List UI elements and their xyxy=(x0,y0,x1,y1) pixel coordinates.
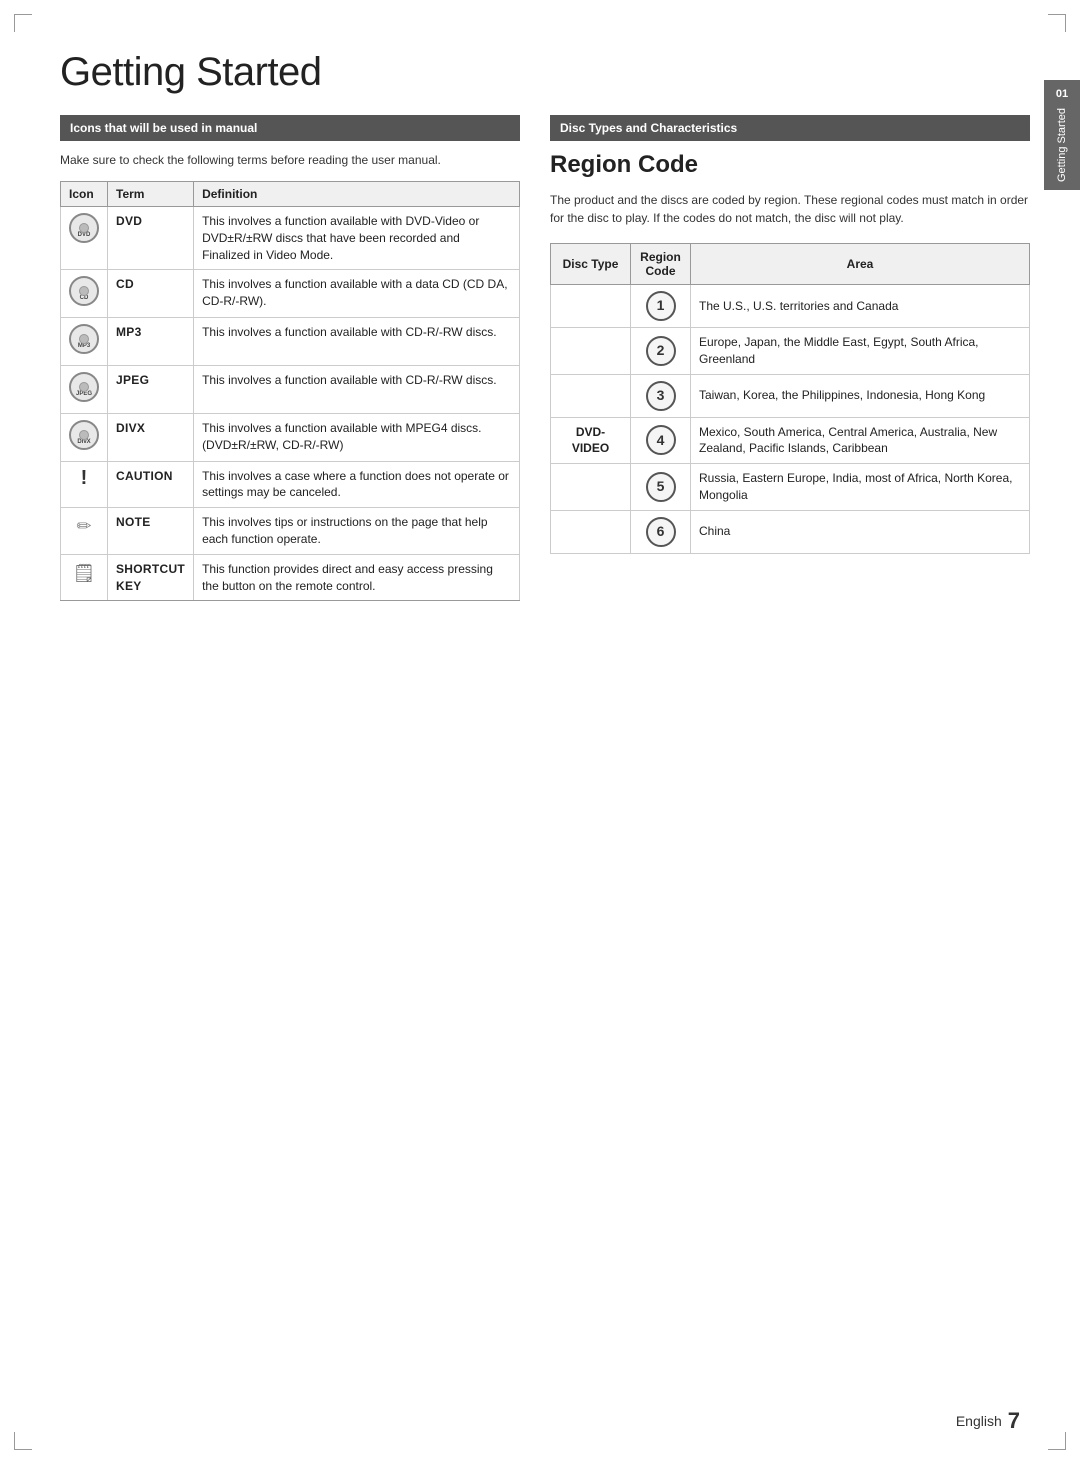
disc-type-cell-1 xyxy=(551,328,631,375)
note-icon: ✏ xyxy=(76,514,91,539)
disc-icon-jpeg: JPEG xyxy=(69,372,99,402)
area-cell-5: China xyxy=(691,510,1030,553)
area-cell-0: The U.S., U.S. territories and Canada xyxy=(691,285,1030,328)
region-table-row: DVD-VIDEO 4 Mexico, South America, Central… xyxy=(551,417,1030,464)
corner-mark-tr xyxy=(1048,14,1066,32)
term-cell-7: Shortcut Key xyxy=(108,554,194,601)
region-table-row: 2 Europe, Japan, the Middle East, Egypt, … xyxy=(551,328,1030,375)
disc-type-cell-4 xyxy=(551,464,631,511)
region-table-row: 1 The U.S., U.S. territories and Canada xyxy=(551,285,1030,328)
region-code-title: Region Code xyxy=(550,151,1030,179)
icons-table-row: JPEG JPEGThis involves a function availa… xyxy=(61,365,520,413)
definition-cell-2: This involves a function available with … xyxy=(194,318,520,366)
region-number-4: 4 xyxy=(646,425,676,455)
icon-cell-0: DVD xyxy=(61,207,108,270)
disc-section-header: Disc Types and Characteristics xyxy=(550,115,1030,141)
region-number-3: 3 xyxy=(646,381,676,411)
definition-cell-4: This involves a function available with … xyxy=(194,413,520,461)
term-cell-3: JPEG xyxy=(108,365,194,413)
side-tab-number: 01 xyxy=(1056,88,1068,100)
icons-table: Icon Term Definition DVD DVDThis involve… xyxy=(60,181,520,601)
icons-table-row: ! CAUTIONThis involves a case where a fun… xyxy=(61,461,520,508)
definition-cell-1: This involves a function available with … xyxy=(194,270,520,318)
region-table-row: 6 China xyxy=(551,510,1030,553)
region-table: Disc Type Region Code Area 1 The U.S., U.… xyxy=(550,243,1030,554)
region-number-2: 2 xyxy=(646,336,676,366)
definition-cell-0: This involves a function available with … xyxy=(194,207,520,270)
icons-table-row: 🗒 Shortcut KeyThis function provides dire… xyxy=(61,554,520,601)
area-cell-2: Taiwan, Korea, the Philippines, Indonesi… xyxy=(691,374,1030,417)
region-number-5: 5 xyxy=(646,472,676,502)
footer-language: English xyxy=(956,1413,1002,1429)
region-table-row: 3 Taiwan, Korea, the Philippines, Indones… xyxy=(551,374,1030,417)
term-cell-0: DVD xyxy=(108,207,194,270)
corner-mark-bl xyxy=(14,1432,32,1450)
icon-cell-1: CD xyxy=(61,270,108,318)
right-column: Disc Types and Characteristics Region Co… xyxy=(550,115,1030,601)
icons-table-row: DVD DVDThis involves a function availabl… xyxy=(61,207,520,270)
side-tab-label: Getting Started xyxy=(1056,108,1068,182)
corner-mark-tl xyxy=(14,14,32,32)
disc-type-cell-0 xyxy=(551,285,631,328)
icons-table-row: ✏ NOTEThis involves tips or instructions … xyxy=(61,508,520,555)
icon-cell-6: ✏ xyxy=(61,508,108,555)
region-code-cell-4: 5 xyxy=(631,464,691,511)
icons-table-row: DivX DivXThis involves a function availa… xyxy=(61,413,520,461)
region-col-area: Area xyxy=(691,244,1030,285)
definition-cell-5: This involves a case where a function do… xyxy=(194,461,520,508)
caution-icon: ! xyxy=(81,468,88,488)
disc-icon-cd: CD xyxy=(69,276,99,306)
region-table-row: 5 Russia, Eastern Europe, India, most of … xyxy=(551,464,1030,511)
side-tab: 01 Getting Started xyxy=(1044,80,1080,190)
disc-type-cell-2 xyxy=(551,374,631,417)
col-definition: Definition xyxy=(194,182,520,207)
icon-cell-4: DivX xyxy=(61,413,108,461)
icons-table-row: CD CDThis involves a function available … xyxy=(61,270,520,318)
region-code-cell-3: 4 xyxy=(631,417,691,464)
region-col-disc-type: Disc Type xyxy=(551,244,631,285)
definition-cell-7: This function provides direct and easy a… xyxy=(194,554,520,601)
page-wrapper: 01 Getting Started Getting Started Icons… xyxy=(0,0,1080,1464)
region-description: The product and the discs are coded by r… xyxy=(550,191,1030,227)
term-cell-1: CD xyxy=(108,270,194,318)
term-cell-5: CAUTION xyxy=(108,461,194,508)
region-code-cell-5: 6 xyxy=(631,510,691,553)
page-title: Getting Started xyxy=(60,50,1030,95)
intro-text: Make sure to check the following terms b… xyxy=(60,151,520,169)
icon-cell-3: JPEG xyxy=(61,365,108,413)
disc-icon-divx: DivX xyxy=(69,420,99,450)
disc-icon-dvd: DVD xyxy=(69,213,99,243)
region-number-1: 1 xyxy=(646,291,676,321)
region-code-cell-0: 1 xyxy=(631,285,691,328)
disc-type-cell-5 xyxy=(551,510,631,553)
area-cell-3: Mexico, South America, Central America, … xyxy=(691,417,1030,464)
term-cell-4: DivX xyxy=(108,413,194,461)
region-number-6: 6 xyxy=(646,517,676,547)
page-footer: English 7 xyxy=(956,1408,1020,1434)
left-column: Icons that will be used in manual Make s… xyxy=(60,115,520,601)
area-cell-1: Europe, Japan, the Middle East, Egypt, S… xyxy=(691,328,1030,375)
col-term: Term xyxy=(108,182,194,207)
definition-cell-6: This involves tips or instructions on th… xyxy=(194,508,520,555)
icon-cell-7: 🗒 xyxy=(61,554,108,601)
icons-section-header: Icons that will be used in manual xyxy=(60,115,520,141)
region-code-cell-2: 3 xyxy=(631,374,691,417)
disc-type-cell-3: DVD-VIDEO xyxy=(551,417,631,464)
content-columns: Icons that will be used in manual Make s… xyxy=(60,115,1030,601)
icons-table-row: MP3 MP3This involves a function availabl… xyxy=(61,318,520,366)
region-code-cell-1: 2 xyxy=(631,328,691,375)
corner-mark-br xyxy=(1048,1432,1066,1450)
definition-cell-3: This involves a function available with … xyxy=(194,365,520,413)
term-cell-2: MP3 xyxy=(108,318,194,366)
area-cell-4: Russia, Eastern Europe, India, most of A… xyxy=(691,464,1030,511)
disc-icon-mp3: MP3 xyxy=(69,324,99,354)
region-col-code: Region Code xyxy=(631,244,691,285)
icon-cell-5: ! xyxy=(61,461,108,508)
term-cell-6: NOTE xyxy=(108,508,194,555)
col-icon: Icon xyxy=(61,182,108,207)
shortcut-icon: 🗒 xyxy=(73,561,96,586)
footer-page-number: 7 xyxy=(1008,1408,1020,1434)
icon-cell-2: MP3 xyxy=(61,318,108,366)
